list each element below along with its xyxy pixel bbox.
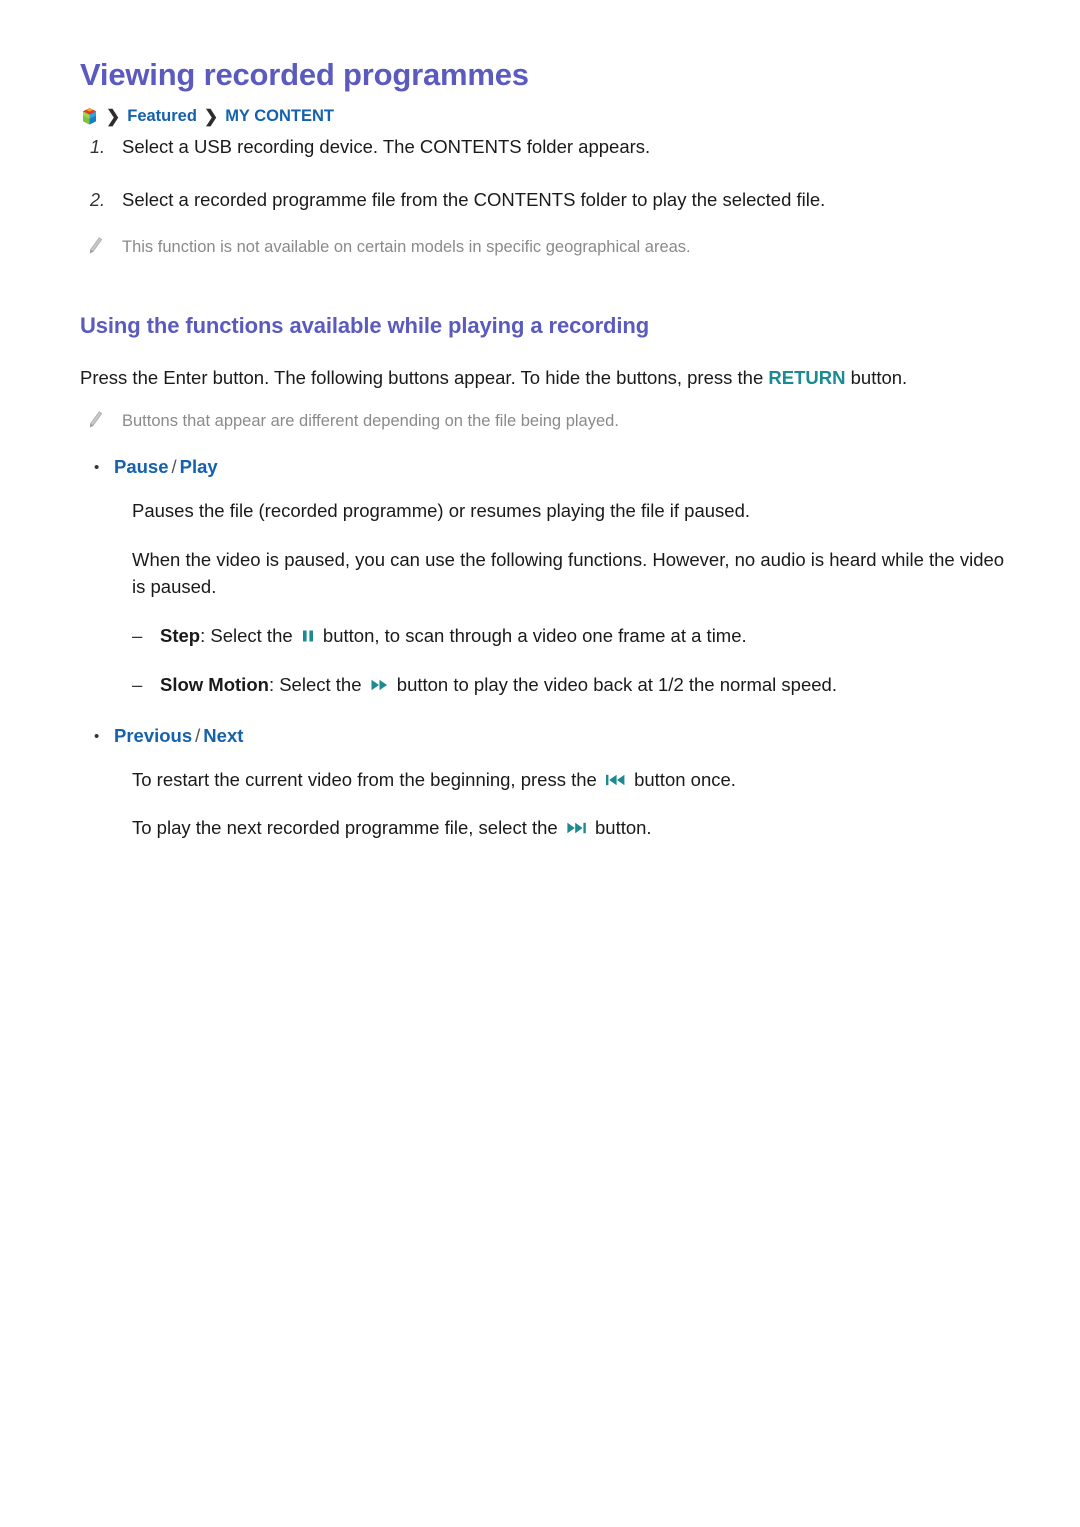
note-row: This function is not available on certai… (80, 236, 1010, 261)
note-row: Buttons that appear are different depend… (80, 410, 1010, 435)
smart-hub-cube-icon (80, 107, 99, 126)
section-intro-paragraph: Press the Enter button. The following bu… (80, 365, 1010, 392)
dash-marker: – (132, 673, 143, 695)
skip-next-icon (566, 821, 587, 835)
slow-motion-text-before: : Select the (268, 673, 367, 695)
step-item: 2. Select a recorded programme file from… (80, 187, 1010, 214)
label-separator: / (195, 724, 201, 746)
play-label[interactable]: Play (180, 456, 218, 477)
breadcrumb-separator-1: ❯ (106, 107, 121, 127)
subitem-slow-motion: – Slow Motion: Select the button to play… (132, 672, 1010, 699)
bullet-marker: • (94, 727, 100, 745)
bullet-label: Previous / Next (114, 725, 1010, 747)
step-item: 1. Select a USB recording device. The CO… (80, 134, 1010, 161)
steps-list: 1. Select a USB recording device. The CO… (80, 134, 1010, 214)
subitem-step: – Step: Select the button, to scan throu… (132, 623, 1010, 650)
previous-text-before: To restart the current video from the be… (132, 768, 602, 790)
previous-description: To restart the current video from the be… (132, 767, 1010, 794)
step-number: 2. (90, 190, 106, 210)
step-text-before: : Select the (200, 624, 298, 646)
bullet-previous-next: • Previous / Next (80, 725, 1010, 749)
previous-label[interactable]: Previous (114, 725, 192, 746)
breadcrumb-item-my-content[interactable]: MY CONTENT (225, 107, 334, 126)
note-text: This function is not available on certai… (122, 237, 691, 256)
step-text: Select a recorded programme file from th… (122, 189, 826, 210)
bullet-label: Pause / Play (114, 456, 1010, 478)
subitem-text: Step: Select the button, to scan through… (160, 623, 1010, 650)
note-text: Buttons that appear are different depend… (122, 411, 619, 430)
breadcrumb: ❯ Featured ❯ MY CONTENT (80, 107, 1010, 126)
breadcrumb-item-featured[interactable]: Featured (127, 107, 197, 126)
next-text-before: To play the next recorded programme file… (132, 817, 563, 839)
pencil-note-icon (80, 410, 122, 436)
pause-play-description-2: When the video is paused, you can use th… (132, 549, 1005, 598)
skip-previous-icon (605, 773, 626, 787)
dash-marker: – (132, 624, 143, 646)
step-number: 1. (90, 137, 106, 158)
slow-motion-text-after: button to play the video back at 1/2 the… (391, 673, 837, 695)
next-description: To play the next recorded programme file… (132, 815, 1010, 842)
pause-play-description-1: Pauses the file (recorded programme) or … (132, 500, 750, 522)
page-title: Viewing recorded programmes (80, 57, 529, 92)
next-text-after: button. (589, 817, 652, 839)
return-key-label: RETURN (768, 366, 846, 388)
pencil-note-icon (80, 237, 122, 262)
pause-label[interactable]: Pause (114, 456, 169, 477)
intro-text-before: Press the Enter button. The following bu… (80, 366, 769, 388)
section-heading: Using the functions available while play… (80, 312, 650, 338)
bullet-marker: • (94, 459, 100, 477)
step-text: Select a USB recording device. The CONTE… (122, 136, 651, 158)
subitem-text: Slow Motion: Select the button to play t… (160, 672, 1010, 699)
breadcrumb-separator-2: ❯ (203, 107, 219, 127)
manual-page: Viewing recorded programmes ❯ Featured ❯… (0, 0, 1080, 1527)
intro-text-after: button. (845, 366, 908, 388)
fast-forward-icon (370, 678, 389, 692)
label-separator: / (171, 456, 177, 478)
pause-icon (301, 629, 315, 643)
step-term: Step (160, 624, 201, 646)
step-text-after: button, to scan through a video one fram… (317, 624, 747, 646)
slow-motion-term: Slow Motion (160, 673, 269, 695)
bullet-pause-play: • Pause / Play (80, 456, 1010, 480)
previous-text-after: button once. (628, 768, 736, 790)
next-label[interactable]: Next (203, 725, 243, 746)
